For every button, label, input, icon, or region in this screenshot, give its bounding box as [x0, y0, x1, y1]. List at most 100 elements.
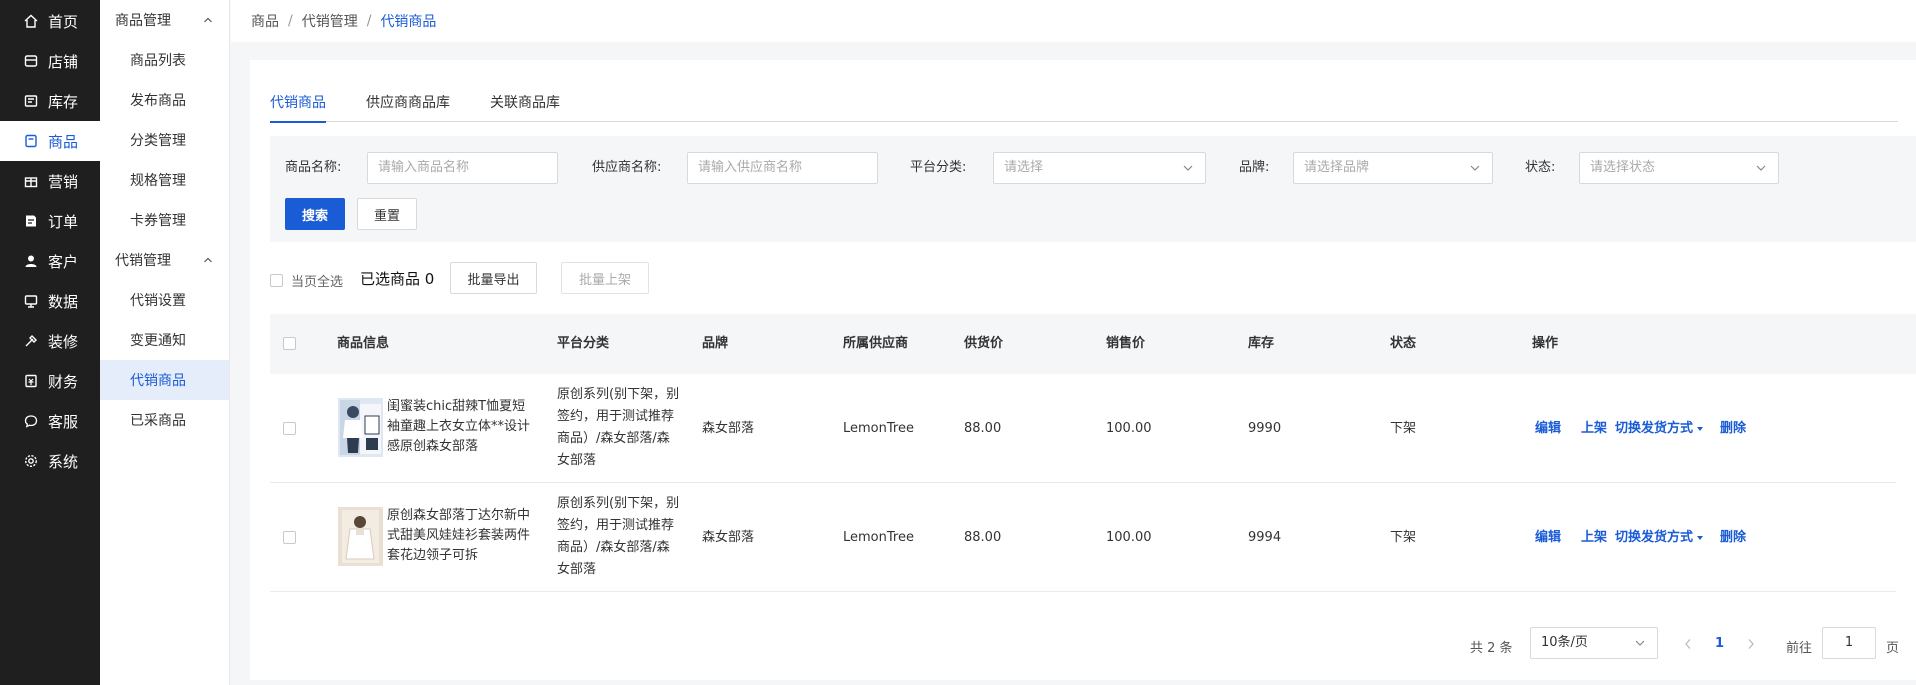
nav-item-store[interactable]: 店铺 — [0, 41, 100, 81]
brand-select[interactable]: 请选择品牌 — [1293, 152, 1493, 184]
batch-shelve-button[interactable]: 批量上架 — [561, 262, 649, 294]
delete-link[interactable]: 删除 — [1720, 483, 1746, 592]
edit-link[interactable]: 编辑 — [1535, 483, 1561, 592]
nav-item-decorate[interactable]: 装修 — [0, 321, 100, 361]
subnav-item-publish[interactable]: 发布商品 — [100, 80, 229, 120]
col-stock: 库存 — [1248, 336, 1275, 351]
chevron-down-icon — [1470, 165, 1480, 171]
subnav-group-consign[interactable]: 代销管理 — [100, 240, 229, 280]
store-icon — [24, 54, 38, 68]
table-row: 闺蜜装chic甜辣T恤夏短袖童趣上衣女立体**设计感原创森女部落 原创系列(别下… — [270, 374, 1896, 483]
col-category: 平台分类 — [557, 336, 610, 351]
subnav-item-change-notice[interactable]: 变更通知 — [100, 320, 229, 360]
finance-icon — [24, 374, 38, 388]
breadcrumb-separator: / — [366, 13, 372, 29]
product-brand: 森女部落 — [702, 421, 755, 436]
select-page-checkbox[interactable]: 当页全选 — [270, 271, 343, 290]
nav-item-label: 店铺 — [48, 52, 79, 71]
nav-item-label: 首页 — [48, 12, 79, 31]
product-supplier: LemonTree — [843, 530, 914, 545]
supplier-name-label: 供应商名称: — [592, 160, 662, 175]
category-select[interactable]: 请选择 — [993, 152, 1206, 184]
chevron-down-icon — [1756, 165, 1766, 171]
shelve-link[interactable]: 上架 — [1581, 483, 1607, 592]
chevron-down-icon — [1635, 640, 1645, 646]
subnav-item-category[interactable]: 分类管理 — [100, 120, 229, 160]
select-all-checkbox[interactable] — [283, 337, 296, 350]
col-brand: 品牌 — [702, 336, 729, 351]
filter-panel: 商品名称: 请输入商品名称 供应商名称: 请输入供应商名称 平台分类: 请选择 … — [270, 136, 1916, 242]
page-size-select[interactable]: 10条/页 — [1530, 627, 1658, 659]
tab-linked-library[interactable]: 关联商品库 — [490, 88, 560, 122]
page-number-current[interactable]: 1 — [1715, 636, 1724, 651]
sale-price: 100.00 — [1106, 421, 1152, 436]
nav-item-inventory[interactable]: 库存 — [0, 81, 100, 121]
nav-item-marketing[interactable]: 营销 — [0, 161, 100, 201]
subnav-item-purchased-goods[interactable]: 已采商品 — [100, 400, 229, 440]
category-select-placeholder: 请选择 — [1004, 160, 1044, 175]
product-thumbnail[interactable] — [338, 507, 383, 566]
stock-count: 9994 — [1248, 530, 1282, 545]
col-goods-info: 商品信息 — [337, 336, 390, 351]
breadcrumb-item[interactable]: 代销管理 — [302, 11, 358, 31]
nav-item-finance[interactable]: 财务 — [0, 361, 100, 401]
nav-item-system[interactable]: 系统 — [0, 441, 100, 481]
row-checkbox[interactable] — [283, 422, 296, 435]
total-count: 共 2 条 — [1470, 641, 1513, 656]
user-icon — [24, 254, 38, 268]
nav-item-order[interactable]: 订单 — [0, 201, 100, 241]
subnav-item-consign-goods[interactable]: 代销商品 — [100, 360, 229, 400]
status-select[interactable]: 请选择状态 — [1579, 152, 1779, 184]
goto-page-input[interactable]: 1 — [1822, 627, 1876, 659]
breadcrumb-item[interactable]: 商品 — [251, 11, 279, 31]
edit-link[interactable]: 编辑 — [1535, 374, 1561, 483]
delete-link[interactable]: 删除 — [1720, 374, 1746, 483]
subnav-item-goods-list[interactable]: 商品列表 — [100, 40, 229, 80]
chevron-up-icon — [204, 257, 212, 263]
status-select-placeholder: 请选择状态 — [1590, 160, 1656, 175]
nav-item-customer[interactable]: 客户 — [0, 241, 100, 281]
sub-nav: 商品管理 商品列表 发布商品 分类管理 规格管理 卡券管理 代销管理 代销设置 … — [100, 0, 230, 685]
row-checkbox[interactable] — [283, 531, 296, 544]
col-supply-price: 供货价 — [964, 336, 1004, 351]
shelve-link[interactable]: 上架 — [1581, 374, 1607, 483]
switch-delivery-dropdown[interactable]: 切换发货方式 — [1615, 374, 1704, 483]
goods-name-label: 商品名称: — [285, 160, 342, 175]
nav-item-goods[interactable]: 商品 — [0, 121, 100, 161]
table-row: 原创森女部落丁达尔新中式甜美风娃娃衫套装两件套花边领子可拆 原创系列(别下架，别… — [270, 483, 1896, 592]
nav-item-label: 财务 — [48, 372, 79, 391]
product-name[interactable]: 闺蜜装chic甜辣T恤夏短袖童趣上衣女立体**设计感原创森女部落 — [387, 397, 537, 457]
nav-item-home[interactable]: 首页 — [0, 1, 100, 41]
nav-item-service[interactable]: 客服 — [0, 401, 100, 441]
status-text: 下架 — [1390, 530, 1417, 545]
nav-item-label: 库存 — [48, 92, 79, 111]
goods-name-input[interactable]: 请输入商品名称 — [367, 152, 558, 184]
main-nav: 首页 店铺 库存 商品 营销 订单 客户 数据 装修 财务 客服 系统 — [0, 0, 100, 685]
table-header: 商品信息 平台分类 品牌 所属供应商 供货价 销售价 库存 状态 操作 — [270, 314, 1916, 374]
prev-page-icon[interactable] — [1684, 638, 1692, 650]
tab-supplier-library[interactable]: 供应商商品库 — [366, 88, 450, 122]
next-page-icon[interactable] — [1747, 638, 1755, 650]
subnav-group-label: 商品管理 — [115, 13, 171, 29]
tab-consign-goods[interactable]: 代销商品 — [270, 88, 326, 123]
search-button[interactable]: 搜索 — [285, 198, 345, 230]
switch-delivery-dropdown[interactable]: 切换发货方式 — [1615, 483, 1704, 592]
subnav-group-goods[interactable]: 商品管理 — [100, 0, 229, 40]
product-name[interactable]: 原创森女部落丁达尔新中式甜美风娃娃衫套装两件套花边领子可拆 — [387, 506, 537, 566]
batch-export-button[interactable]: 批量导出 — [450, 262, 537, 294]
brand-select-placeholder: 请选择品牌 — [1304, 160, 1370, 175]
product-brand: 森女部落 — [702, 530, 755, 545]
reset-button[interactable]: 重置 — [357, 198, 417, 230]
supplier-name-input[interactable]: 请输入供应商名称 — [687, 152, 878, 184]
brand-label: 品牌: — [1239, 160, 1270, 175]
nav-item-data[interactable]: 数据 — [0, 281, 100, 321]
product-thumbnail[interactable] — [338, 398, 383, 457]
subnav-item-coupon[interactable]: 卡券管理 — [100, 200, 229, 240]
goods-icon — [24, 134, 38, 148]
subnav-item-consign-settings[interactable]: 代销设置 — [100, 280, 229, 320]
subnav-item-spec[interactable]: 规格管理 — [100, 160, 229, 200]
col-status: 状态 — [1390, 336, 1417, 351]
category-label: 平台分类: — [910, 160, 967, 175]
nav-item-label: 系统 — [48, 452, 79, 471]
checkbox[interactable] — [270, 274, 283, 287]
